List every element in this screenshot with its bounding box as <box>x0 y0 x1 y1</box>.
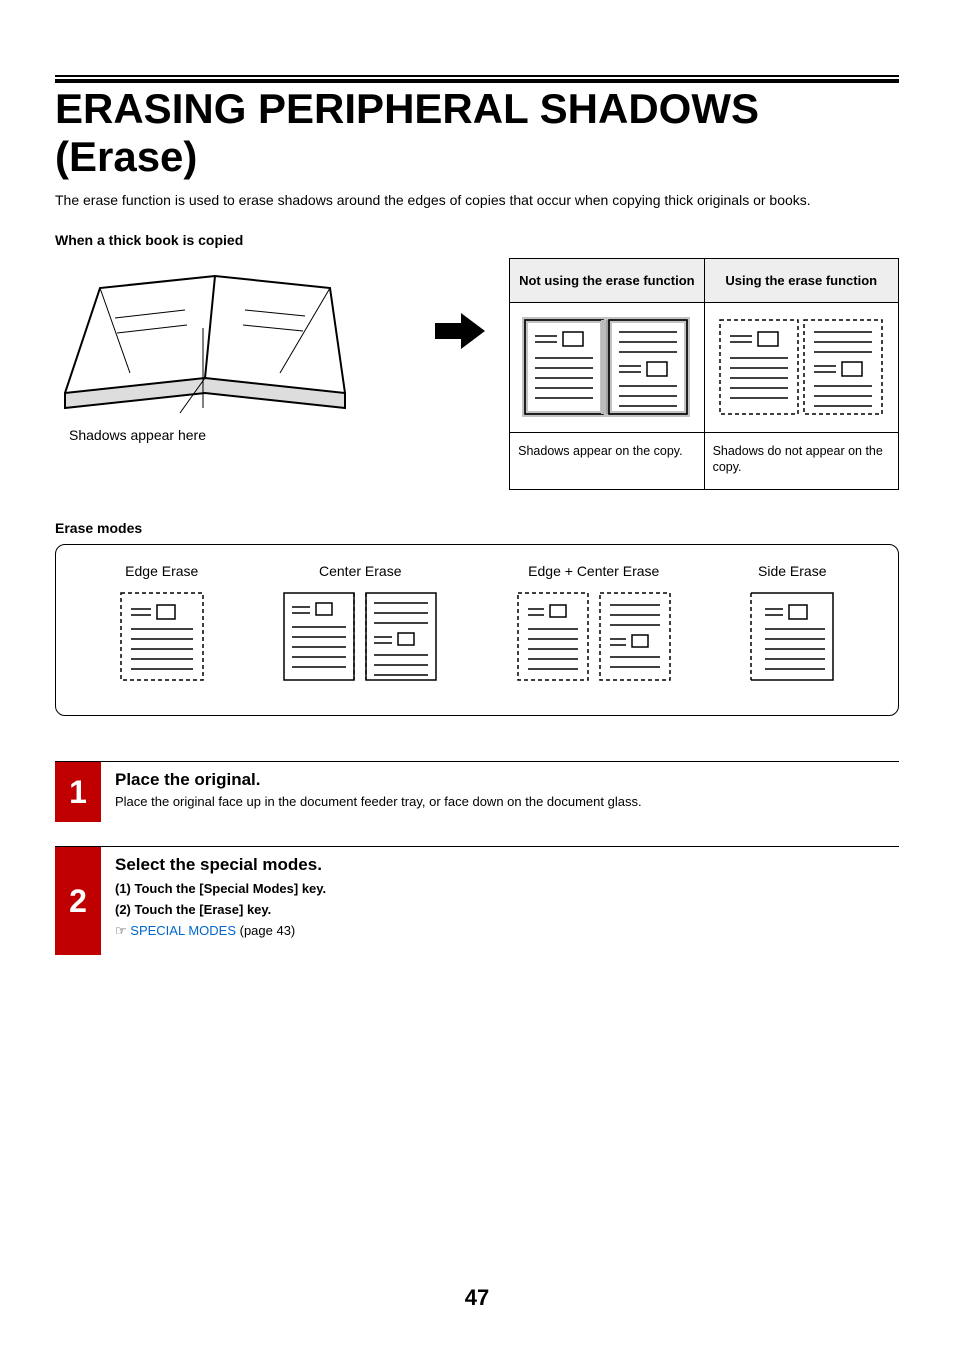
compare-table: Not using the erase function <box>509 258 899 491</box>
step-2-line-2: (2) Touch the [Erase] key. <box>115 902 899 917</box>
step-1-text: Place the original face up in the docume… <box>115 794 899 809</box>
erase-modes-box: Edge Erase Center Erase <box>55 544 899 716</box>
reference-prefix-icon: ☞ <box>115 923 127 938</box>
step-1: 1 Place the original. Place the original… <box>55 761 899 822</box>
page-number: 47 <box>0 1285 954 1311</box>
mode-edge-label: Edge Erase <box>117 563 207 579</box>
compare-figure-with-shadows-icon <box>510 303 703 433</box>
erase-modes-heading: Erase modes <box>55 520 899 536</box>
compare-caption-right: Shadows do not appear on the copy. <box>705 433 898 490</box>
compare-head-not-using: Not using the erase function <box>510 259 703 303</box>
step-2: 2 Select the special modes. (1) Touch th… <box>55 846 899 955</box>
mode-center-label: Center Erase <box>280 563 440 579</box>
compare-figure-no-shadows-icon <box>705 303 898 433</box>
edge-erase-icon <box>117 589 207 684</box>
step-1-number: 1 <box>55 762 101 822</box>
side-erase-icon <box>747 589 837 684</box>
page-title: ERASING PERIPHERAL SHADOWS (Erase) <box>55 85 899 181</box>
book-illustration-wrap: Shadows appear here <box>55 258 411 443</box>
reference-page: (page 43) <box>236 923 295 938</box>
mode-edge-center-label: Edge + Center Erase <box>514 563 674 579</box>
book-caption: Shadows appear here <box>55 427 411 443</box>
compare-head-using: Using the erase function <box>705 259 898 303</box>
step-1-title: Place the original. <box>115 770 899 790</box>
intro-text: The erase function is used to erase shad… <box>55 191 899 210</box>
compare-caption-left: Shadows appear on the copy. <box>510 433 703 473</box>
step-2-title: Select the special modes. <box>115 855 899 875</box>
center-erase-icon <box>280 589 440 684</box>
step-2-number: 2 <box>55 847 101 955</box>
special-modes-link[interactable]: SPECIAL MODES <box>130 923 236 938</box>
open-book-icon <box>55 258 375 418</box>
step-2-line-1: (1) Touch the [Special Modes] key. <box>115 881 899 896</box>
thick-book-heading: When a thick book is copied <box>55 232 899 248</box>
arrow-icon <box>435 258 485 354</box>
mode-side-label: Side Erase <box>747 563 837 579</box>
edge-center-erase-icon <box>514 589 674 684</box>
